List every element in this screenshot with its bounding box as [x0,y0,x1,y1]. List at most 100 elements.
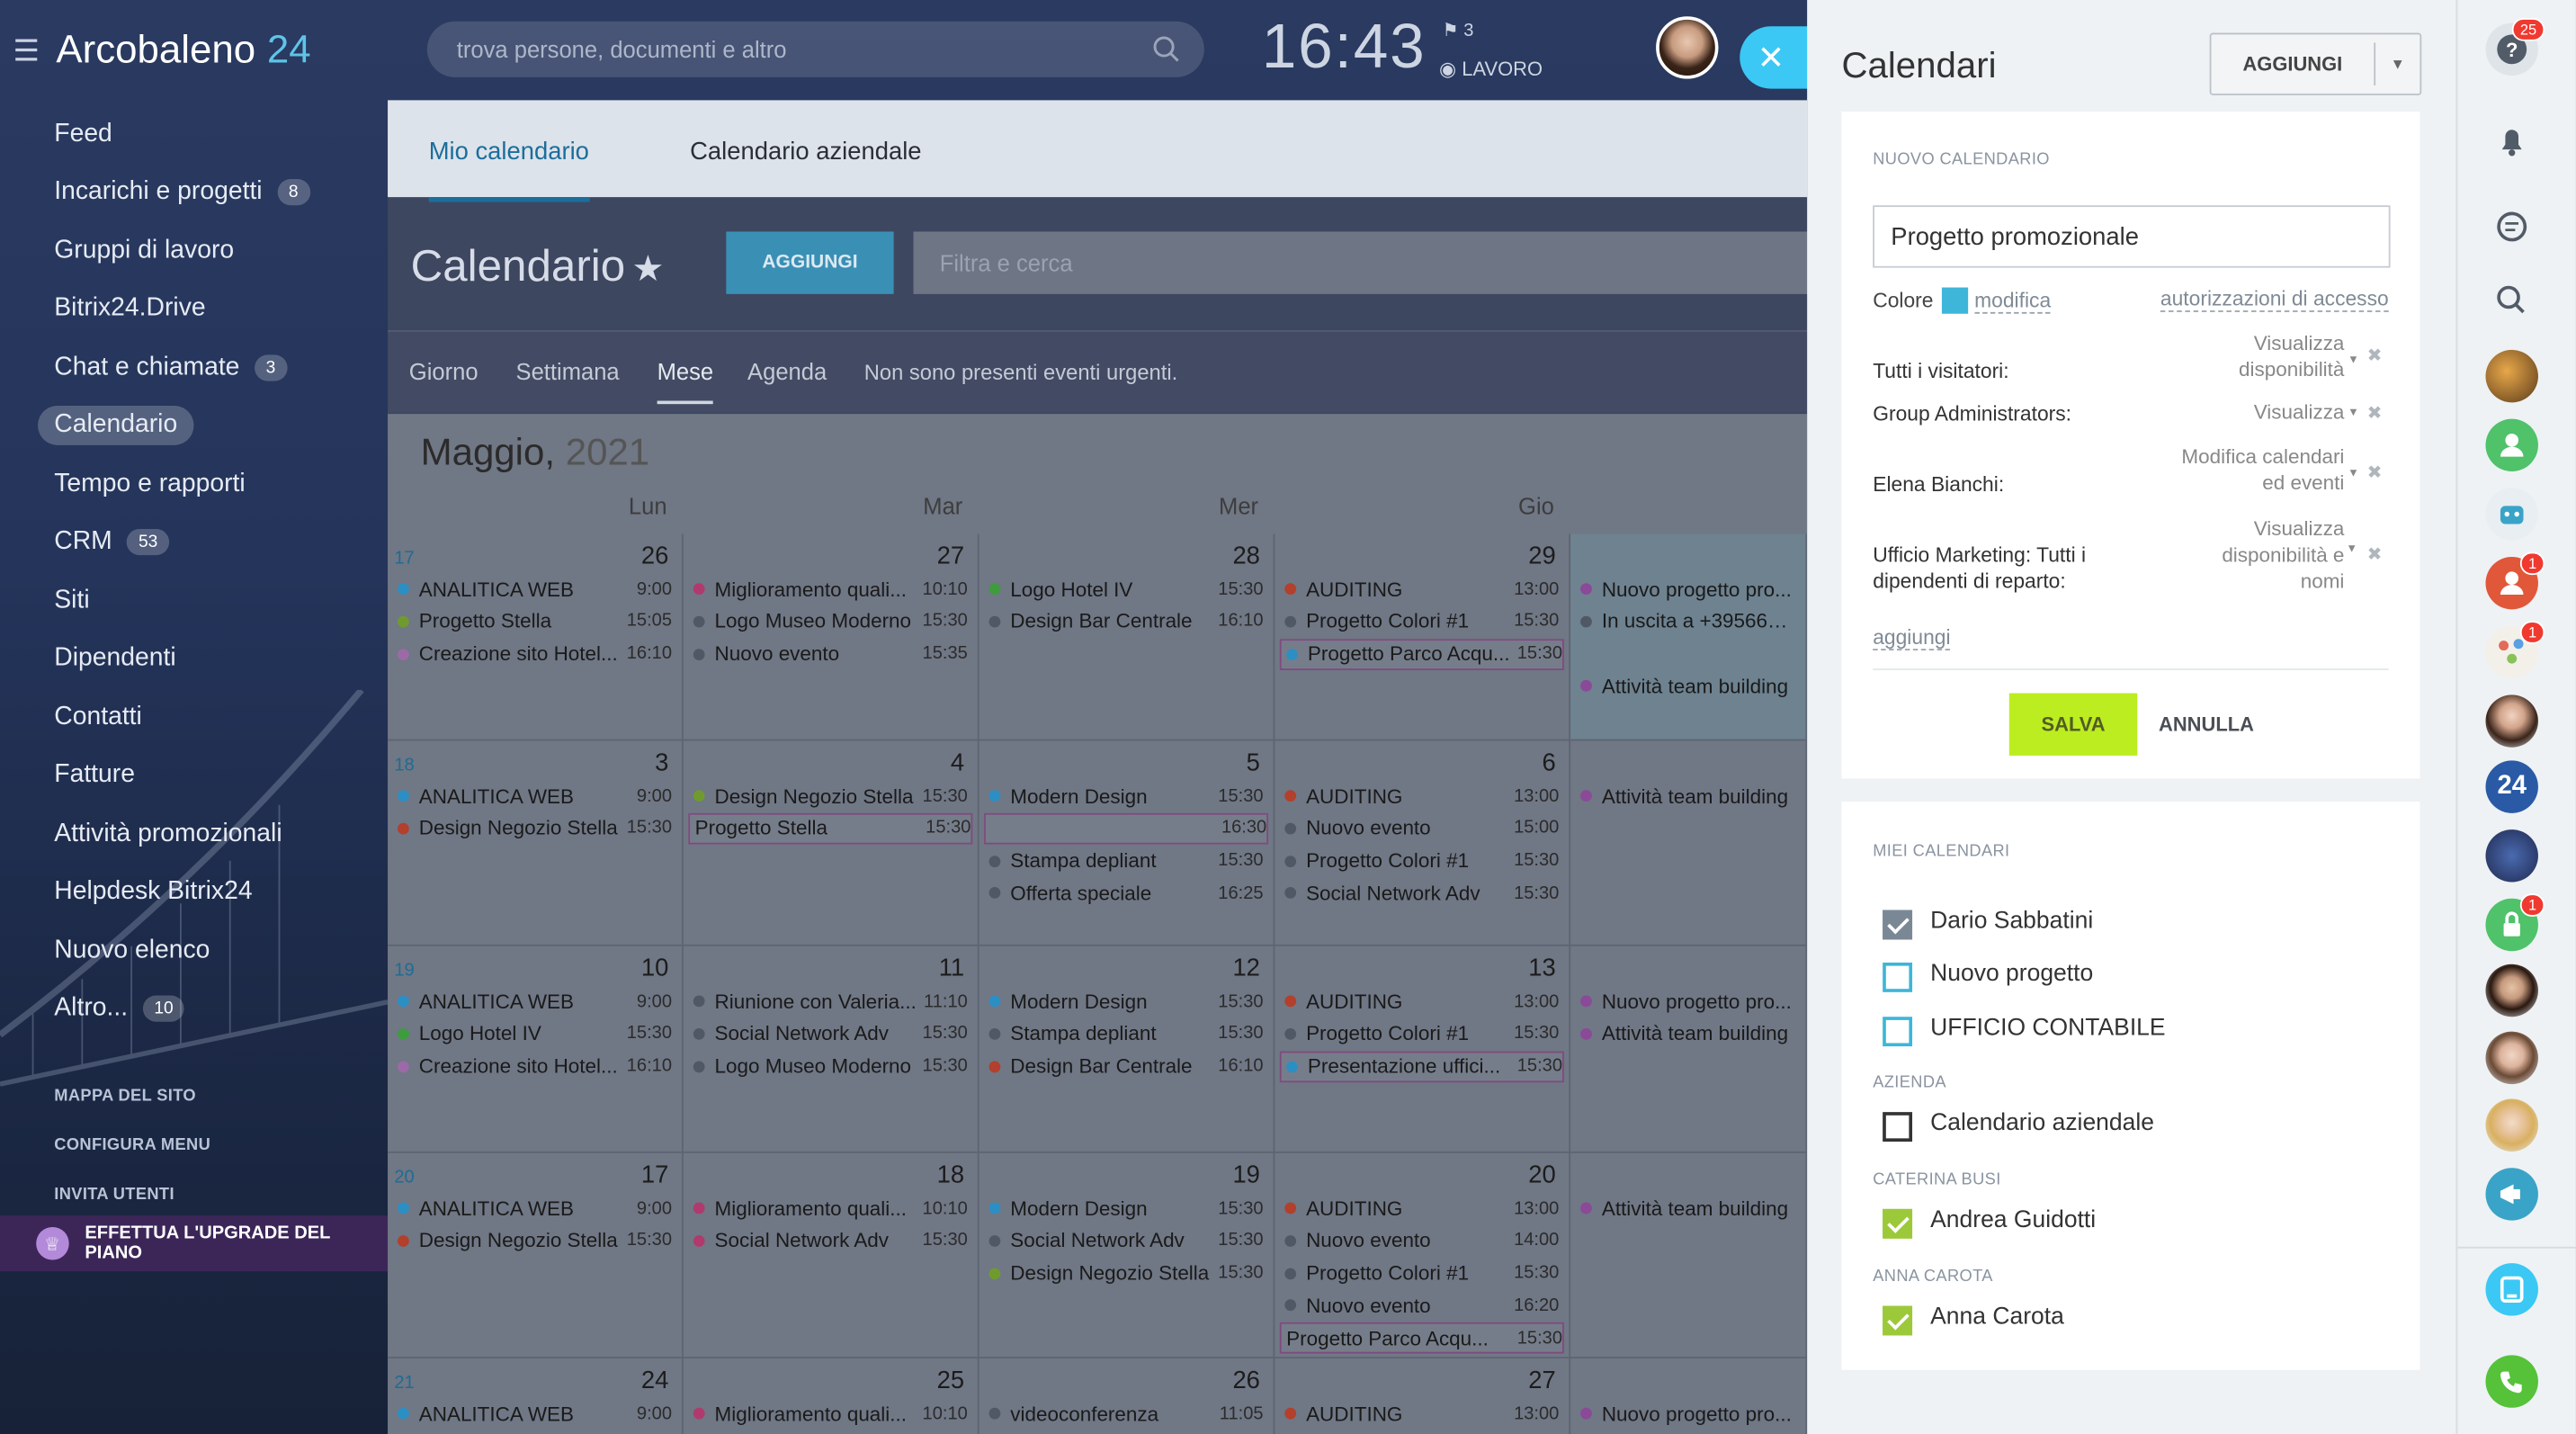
day-number[interactable]: 4 [951,749,964,777]
calendar-checkbox[interactable] [1883,910,1913,940]
calendar-event[interactable]: Progetto Parco Acqu... 15:30 [1279,638,1564,670]
star-icon[interactable]: ★ [631,248,664,290]
calendar-label[interactable]: Calendario aziendale [1930,1110,2154,1136]
calendar-event[interactable]: Miglioramento quali... 10:10 [693,1193,968,1224]
day-cell[interactable]: 27 AUDITING 13:00 [1275,1358,1571,1434]
contact-avatar[interactable] [2485,349,2538,403]
day-number[interactable]: 10 [641,955,668,982]
day-cell[interactable]: 18 3 ANALITICA WEB 9:00 Design Negozio Stell… [388,740,684,946]
invite-users-link[interactable]: INVITA UTENTI [0,1170,388,1219]
day-number[interactable]: 24 [641,1367,668,1394]
filter-search-input[interactable]: Filtra e cerca [913,231,1834,294]
calendar-label[interactable]: UFFICIO CONTABILE [1930,1015,2165,1041]
calendar-checkbox[interactable] [1883,1017,1913,1047]
calendar-event[interactable]: Logo Hotel IV 15:30 [988,573,1264,605]
search-icon[interactable] [2485,274,2537,327]
calendar-name-input[interactable]: Progetto promozionale [1873,205,2391,268]
calendar-event[interactable]: Design Bar Centrale 16:10 [988,605,1264,637]
day-cell[interactable]: 13 AUDITING 13:00 Progetto Colori #1 15:30 Pr… [1275,946,1571,1153]
contact-avatar[interactable] [2485,963,2538,1017]
view-agenda[interactable]: Agenda [747,358,827,384]
day-number[interactable]: 12 [1232,955,1259,982]
remove-permission-icon[interactable]: ✖ [2367,345,2383,366]
calendar-event[interactable]: AUDITING 13:00 [1284,1398,1559,1430]
calendar-event[interactable]: Nuovo progetto pro... [1580,573,1795,605]
clock-time[interactable]: 16:43 [1262,13,1427,85]
day-cell[interactable]: 27 Miglioramento quali... 10:10 Logo Museo … [683,533,979,741]
contact-avatar[interactable] [2485,695,2538,748]
day-number[interactable]: 26 [641,542,668,570]
calendar-event[interactable]: ANALITICA WEB 9:00 [398,573,672,605]
calendar-event[interactable]: Nuovo evento 15:35 [693,639,968,670]
view-week[interactable]: Settimana [516,358,620,384]
calendar-event[interactable]: Social Network Adv 15:30 [693,1225,968,1257]
chevron-down-icon[interactable]: ▼ [2348,354,2359,366]
calendar-event[interactable]: Logo Hotel IV 15:30 [398,1018,672,1050]
calendar-event[interactable]: Nuovo evento 14:00 [1284,1225,1559,1257]
sidebar-item[interactable]: Contatti [0,688,388,747]
calendar-event[interactable]: Creazione sito Hotel... 16:10 [398,639,672,670]
panel-add-label[interactable]: AGGIUNGI [2211,52,2374,76]
site-map-link[interactable]: MAPPA DEL SITO [0,1071,388,1120]
cancel-button[interactable]: ANNULLA [2159,713,2254,736]
calendar-event[interactable]: ANALITICA WEB 9:00 [398,1193,672,1224]
permission-level-select[interactable]: Visualizza [2254,399,2345,426]
configure-menu-link[interactable]: CONFIGURA MENU [0,1120,388,1170]
calendar-event[interactable]: Progetto Stella 15:30 [688,812,973,845]
user-avatar-icon[interactable] [2485,418,2538,472]
remove-permission-icon[interactable]: ✖ [2367,402,2383,424]
bitrix24-logo-avatar[interactable]: 24 [2485,760,2538,813]
permission-level-select[interactable]: Modifica calendari ed eventi [2181,444,2344,496]
calendar-event[interactable]: Presentazione uffici... 15:30 [1279,1050,1564,1082]
bell-icon[interactable] [2485,115,2537,167]
calendar-checkbox[interactable] [1883,1112,1913,1143]
calendar-event[interactable]: Progetto Stella 15:05 [398,605,672,637]
calendar-event[interactable]: Social Network Adv 15:30 [988,1225,1264,1257]
calendar-event[interactable]: Progetto Colori #1 15:30 [1284,1258,1559,1289]
help-icon[interactable]: ? 25 [2485,18,2545,76]
day-number[interactable]: 18 [937,1161,964,1189]
global-search-input[interactable]: trova persone, documenti e altro [426,21,1204,77]
calendar-event[interactable]: Design Bar Centrale 16:10 [988,1051,1264,1082]
calendar-checkbox[interactable] [1883,1305,1913,1336]
calendar-event[interactable]: Progetto Colori #1 15:30 [1284,846,1559,877]
day-cell[interactable]: 18 Miglioramento quali... 10:10 Social Netw… [683,1152,979,1359]
week-number[interactable]: 19 [394,961,414,981]
day-cell[interactable]: 25 Miglioramento quali... 10:10 [684,1358,979,1434]
calendar-event[interactable]: Modern Design 15:30 [988,986,1264,1017]
day-number[interactable]: 20 [1528,1161,1555,1189]
remove-permission-icon[interactable]: ✖ [2367,543,2383,565]
calendar-event[interactable]: Stampa depliant 15:30 [988,1018,1264,1050]
calendar-event[interactable]: Creazione sito Hotel... 16:10 [398,1051,672,1082]
calendar-event[interactable]: Modern Design 15:30 [988,1193,1264,1224]
sidebar-item[interactable]: CRM 53 [0,514,388,572]
sidebar-item[interactable]: Gruppi di lavoro [0,221,388,280]
calendar-event[interactable]: Nuovo evento 16:20 [1284,1290,1559,1322]
calendar-event[interactable]: In uscita a +3956678... [1580,605,1795,637]
day-number[interactable]: 11 [939,955,964,982]
color-swatch[interactable] [1941,287,1968,314]
sidebar-item[interactable]: Nuovo elenco [0,921,388,980]
remove-permission-icon[interactable]: ✖ [2367,462,2383,483]
edit-color-link[interactable]: modifica [1974,288,2052,313]
day-number[interactable]: 27 [1528,1367,1555,1394]
day-number[interactable]: 25 [937,1367,964,1394]
lock-icon[interactable]: 1 [2485,893,2545,952]
calendar-label[interactable]: Nuovo progetto [1930,961,2093,987]
sidebar-item[interactable]: Tempo e rapporti [0,455,388,514]
work-status[interactable]: ◉ LAVORO [1439,58,1543,81]
save-button[interactable]: SALVA [2008,693,2138,756]
calendar-event[interactable]: Design Negozio Stella 15:30 [988,1258,1264,1289]
user-avatar[interactable] [1656,16,1719,79]
calendar-event[interactable]: Nuovo evento 15:00 [1284,812,1559,844]
chevron-down-icon[interactable]: ▼ [2348,408,2359,419]
day-cell[interactable]: 19 10 ANALITICA WEB 9:00 Logo Hotel IV 15:30 C… [388,946,684,1153]
sidebar-item[interactable]: Incarichi e progetti 8 [0,164,388,222]
app-logo[interactable]: ☰ Arcobaleno 24 [13,26,311,76]
calendar-event[interactable]: ANALITICA WEB 9:00 [398,1398,672,1430]
chevron-down-icon[interactable]: ▼ [2346,543,2357,555]
sidebar-item[interactable]: Calendario [0,397,388,455]
calendar-event[interactable]: Nuovo progetto pro... [1580,986,1795,1017]
tab-company-calendar[interactable]: Calendario aziendale [690,138,921,166]
calendar-event[interactable]: Attività team building [1580,1193,1795,1224]
